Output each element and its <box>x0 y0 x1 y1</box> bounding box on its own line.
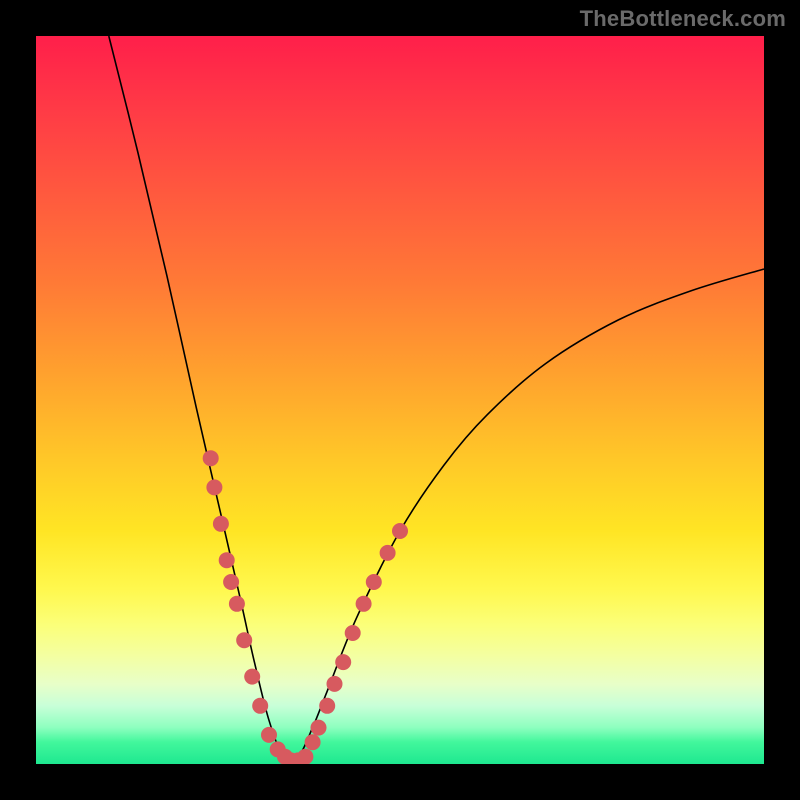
highlight-dot <box>219 552 235 568</box>
watermark-text: TheBottleneck.com <box>580 6 786 32</box>
highlight-dot <box>203 450 219 466</box>
chart-frame: TheBottleneck.com <box>0 0 800 800</box>
highlight-dot <box>213 516 229 532</box>
highlight-dot <box>335 654 351 670</box>
highlight-dot <box>252 698 268 714</box>
highlight-dot <box>311 720 327 736</box>
highlight-dots-group <box>203 450 408 764</box>
highlight-dot <box>236 632 252 648</box>
highlight-dot <box>392 523 408 539</box>
highlight-dot <box>206 479 222 495</box>
highlight-dot <box>261 727 277 743</box>
highlight-dot <box>244 669 260 685</box>
bottleneck-curve <box>109 36 764 761</box>
highlight-dot <box>356 596 372 612</box>
highlight-dot <box>327 676 343 692</box>
highlight-dot <box>223 574 239 590</box>
highlight-dot <box>380 545 396 561</box>
chart-svg <box>36 36 764 764</box>
highlight-dot <box>229 596 245 612</box>
highlight-dot <box>366 574 382 590</box>
plot-area <box>36 36 764 764</box>
highlight-dot <box>305 734 321 750</box>
highlight-dot <box>319 698 335 714</box>
highlight-dot <box>297 749 313 764</box>
highlight-dot <box>345 625 361 641</box>
